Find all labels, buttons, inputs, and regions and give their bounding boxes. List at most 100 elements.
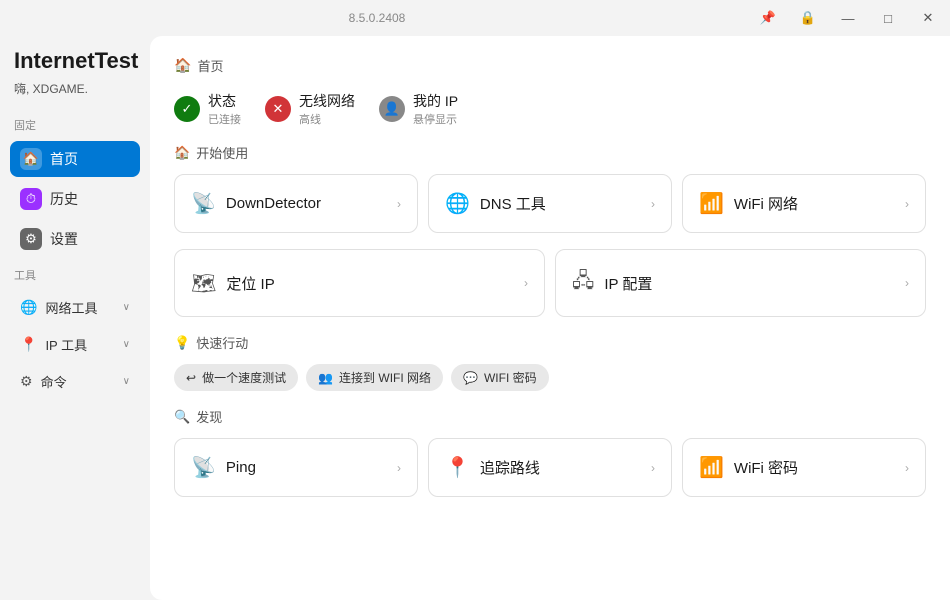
dns-icon: 🌐 [445,191,470,216]
nav-label-command: 命令 [41,372,67,391]
breadcrumb-home-icon: 🏠 [174,57,191,74]
nav-item-network-tools[interactable]: 🌐 网络工具 ∨ [10,291,140,324]
close-button[interactable]: ✕ [918,10,938,26]
myip-indicator: 👤 [379,96,405,122]
get-started-label: 开始使用 [196,143,248,162]
ping-arrow: › [397,461,401,475]
quick-actions-header: 💡 快速行动 [174,333,926,352]
expand-icon-network: ∨ [123,302,130,313]
traceroute-arrow: › [651,461,655,475]
nav-item-settings[interactable]: ⚙ 设置 [10,221,140,257]
tools-grid: 📡 DownDetector › 🌐 DNS 工具 › 📶 WiFi 网络 › [174,174,926,233]
ip-config-arrow: › [905,276,909,290]
titlebar: 8.5.0.2408 📌 🔒 — □ ✕ [0,0,950,36]
tool-card-locate-ip[interactable]: 🗺 定位 IP › [174,249,545,317]
tool-card-traceroute[interactable]: 📍 追踪路线 › [428,438,672,497]
connected-label: 状态 [208,91,241,111]
version-label: 8.5.0.2408 [349,11,406,25]
wifi-network-label: WiFi 网络 [734,193,895,214]
settings-nav-icon: ⚙ [20,228,42,250]
quick-actions-icon: 💡 [174,335,190,351]
get-started-header: 🏠 开始使用 [174,143,926,162]
breadcrumb-label: 首页 [197,56,223,75]
status-wifi: ✕ 无线网络 高线 [265,91,355,127]
nav-item-history[interactable]: ⏱ 历史 [10,181,140,217]
tool-card-wifi-password2[interactable]: 📶 WiFi 密码 › [682,438,926,497]
sidebar: InternetTest 嗨, XDGAME. 固定 🏠 首页 ⏱ 历史 ⚙ 设… [0,36,150,600]
downdetector-arrow: › [397,197,401,211]
connected-indicator: ✓ [174,96,200,122]
wifi-password-icon: 💬 [463,371,478,385]
titlebar-controls: 📌 🔒 — □ ✕ [758,10,938,26]
main-content: 🏠 首页 ✓ 状态 已连接 ✕ 无线网络 高线 👤 [150,36,950,600]
status-myip: 👤 我的 IP 悬停显示 [379,91,458,127]
nav-item-command[interactable]: ⚙ 命令 ∨ [10,365,140,398]
ping-label: Ping [226,459,387,476]
home-nav-icon: 🏠 [20,148,42,170]
wifi-label: 无线网络 [299,91,355,111]
dns-arrow: › [651,197,655,211]
nav-label-home: 首页 [50,149,78,169]
wifi-sublabel: 高线 [299,111,355,127]
downdetector-icon: 📡 [191,191,216,216]
discover-header: 🔍 发现 [174,407,926,426]
traceroute-icon: 📍 [445,455,470,480]
minimize-button[interactable]: — [838,11,858,26]
speed-test-label: 做一个速度测试 [202,369,286,386]
tool-card-wifi-network[interactable]: 📶 WiFi 网络 › [682,174,926,233]
tool-card-ip-config[interactable]: 🖧 IP 配置 › [555,249,926,317]
locate-ip-arrow: › [524,276,528,290]
locate-ip-label: 定位 IP [226,273,514,294]
nav-label-history: 历史 [50,189,78,209]
quick-actions-list: ↩ 做一个速度测试 👥 连接到 WIFI 网络 💬 WIFI 密码 [174,364,926,391]
maximize-button[interactable]: □ [878,11,898,26]
locate-ip-icon: 🗺 [191,271,216,296]
lock-icon[interactable]: 🔒 [798,10,818,26]
ip-config-icon: 🖧 [572,266,594,300]
dns-label: DNS 工具 [480,193,641,214]
nav-label-ip: IP 工具 [45,335,87,354]
wifi-password-label: WIFI 密码 [484,369,537,386]
fixed-section-label: 固定 [14,117,140,133]
tools-section-label: 工具 [14,267,140,283]
status-connected: ✓ 状态 已连接 [174,91,241,127]
downdetector-label: DownDetector [226,195,387,212]
myip-label: 我的 IP [413,91,458,111]
tool-card-downdetector[interactable]: 📡 DownDetector › [174,174,418,233]
location-icon: 📍 [20,336,37,353]
quick-actions-label: 快速行动 [196,333,248,352]
expand-icon-command: ∨ [123,376,130,387]
quick-action-connect-wifi[interactable]: 👥 连接到 WIFI 网络 [306,364,443,391]
wifi-network-icon: 📶 [699,191,724,216]
get-started-icon: 🏠 [174,145,190,161]
wifi-password2-label: WiFi 密码 [734,457,895,478]
quick-action-wifi-password[interactable]: 💬 WIFI 密码 [451,364,549,391]
connected-text: 状态 已连接 [208,91,241,127]
command-icon: ⚙ [20,373,33,390]
discover-grid: 📡 Ping › 📍 追踪路线 › 📶 WiFi 密码 › [174,438,926,497]
connect-wifi-icon: 👥 [318,371,333,385]
ip-config-label: IP 配置 [604,273,895,294]
discover-icon: 🔍 [174,409,190,425]
ping-icon: 📡 [191,455,216,480]
wifi-network-arrow: › [905,197,909,211]
quick-action-speed-test[interactable]: ↩ 做一个速度测试 [174,364,298,391]
app-subtitle: 嗨, XDGAME. [10,80,140,97]
globe-icon: 🌐 [20,299,37,316]
tool-card-ping[interactable]: 📡 Ping › [174,438,418,497]
discover-label: 发现 [196,407,222,426]
traceroute-label: 追踪路线 [480,457,641,478]
nav-item-home[interactable]: 🏠 首页 [10,141,140,177]
expand-icon-ip: ∨ [123,339,130,350]
myip-sublabel: 悬停显示 [413,111,458,127]
history-nav-icon: ⏱ [20,188,42,210]
connected-sublabel: 已连接 [208,111,241,127]
app-container: InternetTest 嗨, XDGAME. 固定 🏠 首页 ⏱ 历史 ⚙ 设… [0,36,950,600]
nav-item-ip-tools[interactable]: 📍 IP 工具 ∨ [10,328,140,361]
speed-test-icon: ↩ [186,371,196,385]
pin-icon[interactable]: 📌 [758,10,778,26]
nav-label-network: 网络工具 [45,298,97,317]
tool-card-dns[interactable]: 🌐 DNS 工具 › [428,174,672,233]
wifi-password2-icon: 📶 [699,455,724,480]
nav-label-settings: 设置 [50,229,78,249]
